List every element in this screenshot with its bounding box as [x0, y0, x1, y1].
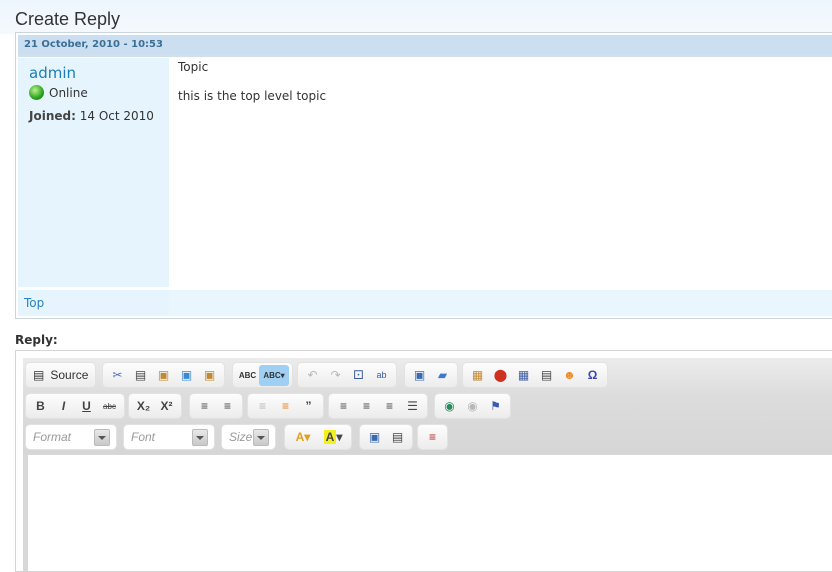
align-center-icon[interactable]: ≡	[355, 396, 378, 417]
top-link[interactable]: Top	[24, 296, 44, 310]
subscript-icon[interactable]: X₂	[132, 396, 155, 417]
toolbar-group-lists: ≡ ≡	[190, 394, 242, 418]
flash-icon[interactable]: ⬤	[489, 365, 512, 386]
online-status-text: Online	[49, 85, 88, 100]
strike-icon[interactable]: abc	[98, 396, 121, 417]
align-right-icon[interactable]: ≡	[378, 396, 401, 417]
font-select[interactable]: Font	[124, 425, 214, 449]
replace-icon[interactable]: ab	[370, 365, 393, 386]
size-placeholder: Size	[229, 430, 253, 444]
author-name[interactable]: admin	[29, 64, 76, 82]
online-status-icon	[29, 85, 44, 100]
numbered-list-icon[interactable]: ≡	[193, 396, 216, 417]
page-break-icon[interactable]: ≡	[421, 427, 444, 448]
joined-value: 14 Oct 2010	[79, 109, 154, 123]
redo-icon[interactable]: ↷	[324, 365, 347, 386]
anchor-icon[interactable]: ⚑	[484, 396, 507, 417]
online-status: Online	[29, 85, 88, 100]
size-select[interactable]: Size	[222, 425, 275, 449]
font-placeholder: Font	[131, 430, 156, 444]
source-label: Source	[50, 368, 89, 382]
editor-toolbar: ▤ Source ✂ ▤ ▣ ▣ ▣ ABC ABC▾ ↶ ↷ ⚀ ab ▣ ▰…	[23, 358, 832, 454]
unlink-icon[interactable]: ◉	[461, 396, 484, 417]
chevron-down-icon	[94, 429, 110, 446]
special-char-icon[interactable]: Ω	[581, 365, 604, 386]
toolbar-group-spelling: ABC ABC▾	[233, 363, 292, 387]
toolbar-group-links: ◉ ◉ ⚑	[435, 394, 510, 418]
underline-icon[interactable]: U	[75, 396, 98, 417]
text-color-icon[interactable]: A▾	[288, 427, 318, 448]
cut-icon[interactable]: ✂	[106, 365, 129, 386]
post-header: 21 October, 2010 - 10:53	[18, 35, 832, 57]
maximize-icon[interactable]: ▣	[363, 427, 386, 448]
joined-date: Joined: 14 Oct 2010	[29, 109, 154, 123]
justify-icon[interactable]: ☰	[401, 396, 424, 417]
toolbar-group-edit: ↶ ↷ ⚀ ab	[298, 363, 396, 387]
toolbar-group-pagebreak: ≡	[418, 425, 447, 449]
toolbar-group-basic: B I U abc	[26, 394, 124, 418]
select-all-icon[interactable]: ▣	[408, 365, 431, 386]
page-title: Create Reply	[15, 9, 121, 29]
joined-label: Joined:	[29, 109, 76, 123]
paste-word-icon[interactable]: ▣	[198, 365, 221, 386]
show-blocks-icon[interactable]: ▤	[386, 427, 409, 448]
bg-color-icon[interactable]: A ▾	[318, 427, 348, 448]
format-placeholder: Format	[33, 430, 72, 444]
spellcheck-icon[interactable]: ABC	[236, 365, 259, 386]
align-left-icon[interactable]: ≡	[332, 396, 355, 417]
bold-icon[interactable]: B	[29, 396, 52, 417]
format-select[interactable]: Format	[26, 425, 116, 449]
chevron-down-icon	[253, 429, 269, 446]
blockquote-icon[interactable]: ”	[297, 396, 320, 417]
link-icon[interactable]: ◉	[438, 396, 461, 417]
toolbar-group-insert: ▦ ⬤ ▦ ▤ ☻ Ω	[463, 363, 607, 387]
post-subject: Topic	[178, 60, 209, 74]
paste-icon[interactable]: ▣	[152, 365, 175, 386]
italic-icon[interactable]: I	[52, 396, 75, 417]
table-icon[interactable]: ▦	[512, 365, 535, 386]
toolbar-group-clipboard: ✂ ▤ ▣ ▣ ▣	[103, 363, 224, 387]
post-content: Topic this is the top level topic	[178, 60, 326, 103]
copy-icon[interactable]: ▤	[129, 365, 152, 386]
undo-icon[interactable]: ↶	[301, 365, 324, 386]
reply-label: Reply:	[15, 333, 58, 347]
horizontal-rule-icon[interactable]: ▤	[535, 365, 558, 386]
toolbar-group-source: ▤ Source	[26, 363, 96, 387]
remove-format-icon[interactable]: ▰	[431, 365, 454, 386]
bulleted-list-icon[interactable]: ≡	[216, 396, 239, 417]
chevron-down-icon	[192, 429, 208, 446]
find-icon[interactable]: ⚀	[347, 365, 370, 386]
toolbar-group-select: ▣ ▰	[405, 363, 457, 387]
image-icon[interactable]: ▦	[466, 365, 489, 386]
indent-icon[interactable]: ≡	[274, 396, 297, 417]
source-button[interactable]: ▤ Source	[29, 365, 92, 386]
paste-text-icon[interactable]: ▣	[175, 365, 198, 386]
toolbar-group-colors: A▾ A ▾	[285, 425, 351, 449]
toolbar-group-script: X₂ X²	[129, 394, 181, 418]
reply-textarea[interactable]	[28, 455, 832, 571]
toolbar-group-tools: ▣ ▤	[360, 425, 412, 449]
source-icon: ▤	[33, 368, 45, 382]
toolbar-group-indent: ≡ ≡ ”	[248, 394, 323, 418]
header-band	[0, 0, 832, 34]
author-pane: admin Online Joined: 14 Oct 2010	[18, 58, 169, 287]
outdent-icon[interactable]: ≡	[251, 396, 274, 417]
smiley-icon[interactable]: ☻	[558, 365, 581, 386]
post-footer: Top	[18, 290, 832, 316]
rich-text-editor: ▤ Source ✂ ▤ ▣ ▣ ▣ ABC ABC▾ ↶ ↷ ⚀ ab ▣ ▰…	[15, 350, 832, 572]
post-body: this is the top level topic	[178, 89, 327, 103]
post-panel: 21 October, 2010 - 10:53 admin Online Jo…	[15, 32, 832, 319]
toolbar-group-align: ≡ ≡ ≡ ☰	[329, 394, 427, 418]
spell-as-you-type-icon[interactable]: ABC▾	[259, 364, 289, 386]
post-date: 21 October, 2010 - 10:53	[24, 39, 163, 50]
superscript-icon[interactable]: X²	[155, 396, 178, 417]
